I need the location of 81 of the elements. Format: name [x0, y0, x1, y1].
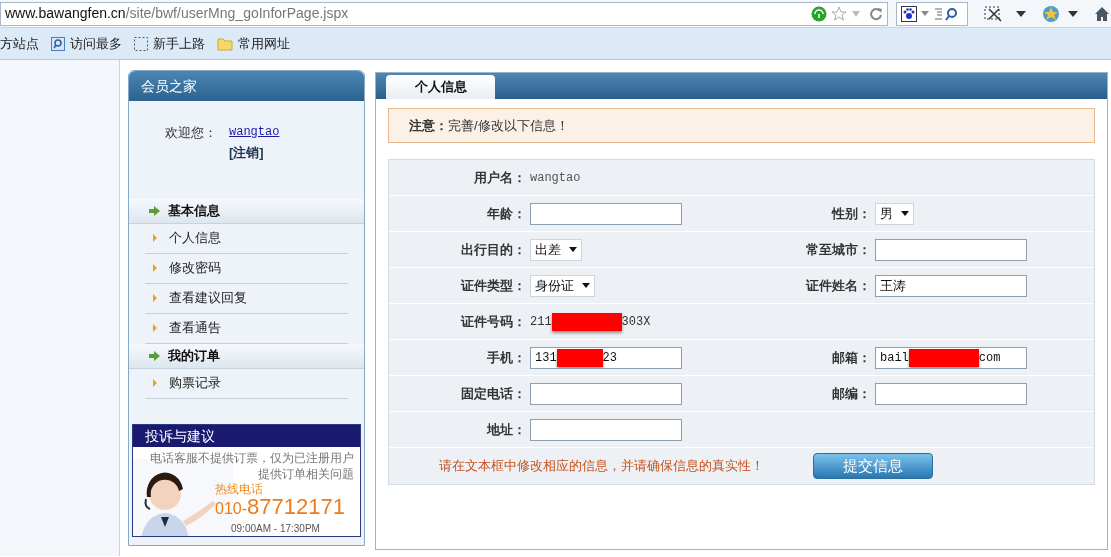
menu-link[interactable]: 查看建议回复 — [169, 288, 247, 308]
input-field[interactable] — [530, 382, 682, 405]
home-icon[interactable] — [1094, 5, 1110, 22]
url-text: www.bawangfen.cn/site/bwf/userMng_goInforPage.jspx — [5, 4, 349, 23]
redaction-mark — [551, 312, 622, 331]
bullet-icon — [153, 294, 157, 302]
page-icon — [51, 36, 65, 51]
menu-link[interactable]: 购票记录 — [169, 373, 221, 393]
panel-header: 会员之家 — [129, 71, 364, 101]
notice-text: 注意：完善/修改以下信息！ — [409, 116, 569, 135]
safe-site-icon — [811, 5, 827, 22]
tab[interactable]: 个人信息 — [386, 75, 495, 99]
welcome-label: 欢迎您： — [165, 124, 217, 142]
menu-link[interactable]: 查看通告 — [169, 318, 221, 338]
hotline-label: 热线电话 — [215, 482, 264, 496]
badge-icon[interactable] — [1042, 4, 1060, 23]
select-field[interactable]: 出差 — [530, 238, 582, 261]
input-field[interactable]: bail com — [875, 346, 1027, 369]
bookmark-link[interactable]: 访问最多 — [70, 33, 122, 54]
star-icon[interactable] — [831, 5, 847, 22]
bookmark-link[interactable]: 新手上路 — [153, 33, 205, 54]
dropdown-icon[interactable] — [1068, 10, 1078, 17]
banner-title: 投诉与建议 — [133, 425, 360, 447]
bookmark-link[interactable]: 常用网址 — [238, 33, 290, 54]
field-label: 年龄： — [486, 204, 526, 223]
arrow-icon — [149, 205, 160, 216]
field-label: 出行目的： — [460, 240, 526, 259]
address-bar[interactable]: www.bawangfen.cn/site/bwf/userMng_goInforPage.jspx — [0, 1, 888, 26]
paw-icon — [901, 5, 917, 22]
bullet-icon — [153, 264, 157, 272]
blank-page-icon — [134, 36, 148, 51]
field-label: 固定电话： — [460, 384, 526, 403]
username-link[interactable]: wangtao — [229, 123, 280, 141]
banner-text: 提供订单相关问题 — [258, 466, 354, 482]
redaction-mark — [556, 348, 603, 367]
menu-link[interactable]: 修改密码 — [169, 258, 221, 278]
bullet-icon — [153, 324, 157, 332]
field-value: wangtao — [530, 169, 581, 187]
field-label: 邮编： — [831, 384, 871, 403]
dropdown-icon — [569, 247, 577, 252]
input-field[interactable] — [875, 382, 1027, 405]
field-value: 303X — [621, 313, 651, 331]
section-header[interactable]: 我的订单 — [129, 343, 364, 369]
menu-link[interactable]: 个人信息 — [169, 228, 221, 248]
field-label: 证件类型： — [459, 276, 526, 295]
field-label: 手机： — [486, 348, 526, 367]
select-field[interactable]: 身份证 — [530, 274, 595, 297]
field-label: 性别： — [830, 204, 871, 223]
arrow-icon — [149, 350, 160, 361]
search-icon[interactable] — [933, 6, 959, 21]
banner-text: 电话客服不提供订票，仅为已注册用户 — [150, 450, 354, 466]
field-label: 用户名： — [473, 168, 526, 187]
hotline-banner[interactable]: 投诉与建议 电话客服不提供订票，仅为已注册用户 提供订单相关问题 热线电话 010-87712171 09:00AM - 17:30PM — [132, 424, 361, 537]
field-label: 邮箱： — [831, 348, 871, 367]
input-field[interactable] — [530, 418, 682, 441]
field-value: 211 — [530, 313, 552, 331]
field-label: 证件号码： — [459, 312, 526, 331]
folder-icon — [217, 36, 233, 51]
select-field[interactable]: 男 — [875, 202, 914, 225]
field-label: 证件姓名： — [804, 276, 871, 295]
dropdown-icon — [582, 283, 590, 288]
input-field[interactable] — [875, 238, 1027, 261]
input-field[interactable]: 王涛 — [875, 274, 1027, 297]
field-label: 地址： — [485, 420, 526, 439]
bullet-icon — [153, 234, 157, 242]
bookmark-link[interactable]: 方站点 — [0, 33, 39, 54]
redaction-mark — [908, 348, 979, 367]
section-header[interactable]: 基本信息 — [129, 198, 364, 224]
screenshot-icon[interactable] — [984, 4, 1004, 23]
input-field[interactable] — [530, 202, 682, 225]
form-hint: 请在文本框中修改相应的信息，并请确保信息的真实性！ — [439, 457, 765, 476]
logout-link[interactable]: [注销] — [229, 143, 280, 163]
bullet-icon — [153, 379, 157, 387]
service-hours: 09:00AM - 17:30PM — [230, 522, 321, 536]
input-field[interactable]: 131 23 — [530, 346, 682, 369]
field-label: 常至城市： — [805, 240, 871, 259]
search-box[interactable] — [896, 1, 968, 26]
hotline-number: 010-87712171 — [215, 496, 346, 521]
dropdown-icon — [901, 211, 909, 216]
dropdown-icon[interactable] — [1016, 10, 1026, 17]
reload-icon[interactable] — [869, 6, 883, 21]
